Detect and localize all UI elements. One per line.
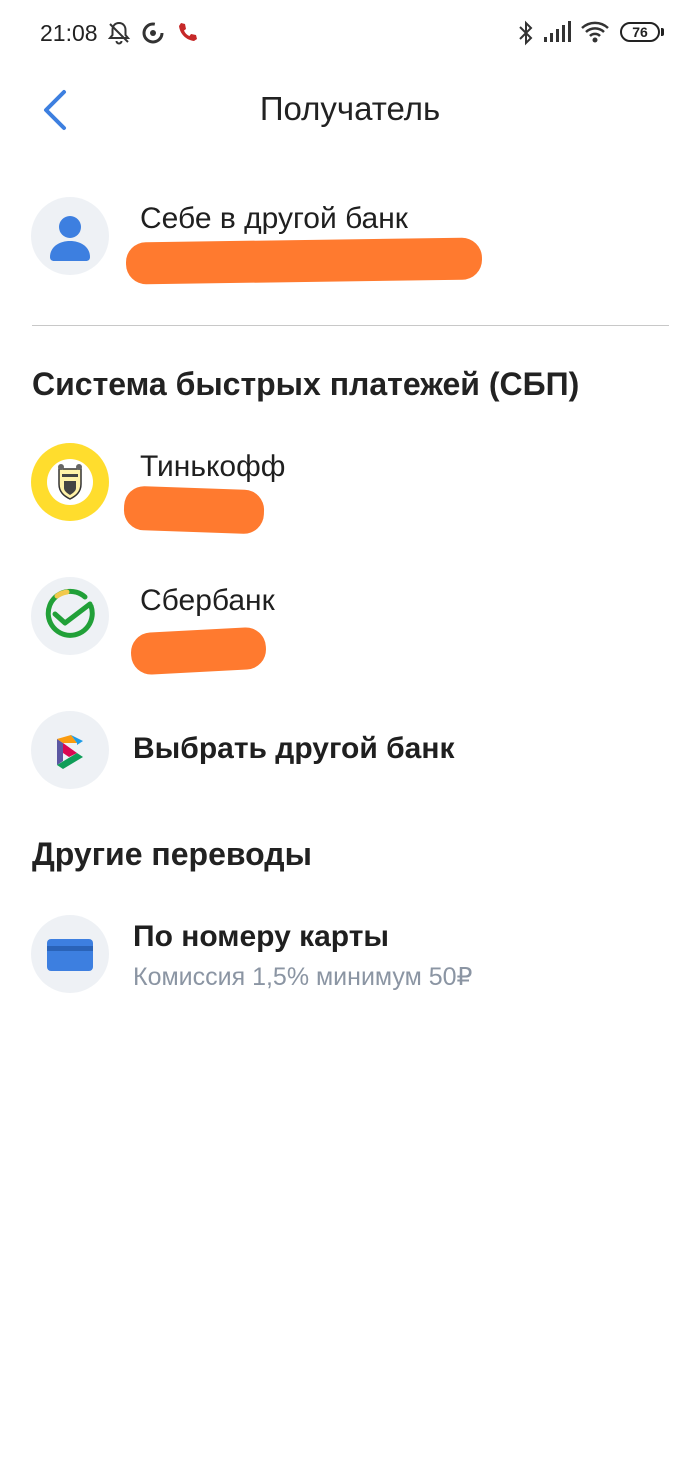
redaction-mark: [123, 485, 265, 535]
divider: [32, 325, 669, 326]
wifi-icon: [581, 21, 609, 43]
self-avatar: [31, 197, 109, 275]
call-icon: [179, 23, 197, 41]
card-transfer-commission: Комиссия 1,5% минимум 50₽: [133, 963, 473, 991]
tinkoff-logo-icon: [47, 459, 93, 505]
status-time: 21:08: [40, 20, 98, 46]
choose-other-bank-label: Выбрать другой банк: [133, 732, 455, 765]
header: Получатель: [0, 66, 700, 156]
card-transfer-row[interactable]: По номеру карты Комиссия 1,5% минимум 50…: [0, 906, 700, 1006]
bank-item-tinkoff[interactable]: Тинькофф: [0, 436, 700, 546]
muted-bell-icon: [107, 21, 131, 45]
sbp-avatar: [31, 711, 109, 789]
choose-other-bank-row[interactable]: Выбрать другой банк: [0, 704, 700, 800]
sync-icon: [142, 22, 164, 44]
signal-icon: [544, 21, 571, 42]
page-title: Получатель: [259, 90, 441, 127]
sbp-logo-icon: [57, 735, 83, 769]
card-icon: [47, 939, 93, 971]
self-transfer-label: Себе в другой банк: [140, 202, 408, 235]
sbp-section-title: Система быстрых платежей (СБП): [32, 366, 580, 402]
bank-item-sberbank[interactable]: Сбербанк: [0, 570, 700, 680]
sberbank-label: Сбербанк: [140, 584, 275, 617]
redaction-mark: [125, 237, 483, 285]
battery-icon: 76: [620, 22, 660, 42]
bluetooth-icon: [519, 20, 533, 46]
person-icon: [50, 216, 90, 261]
tinkoff-avatar: [31, 443, 109, 521]
battery-tip: [661, 28, 664, 36]
card-avatar: [31, 915, 109, 993]
self-transfer-row[interactable]: Себе в другой банк: [0, 190, 700, 300]
status-bar: 21:08 76: [0, 0, 700, 66]
card-transfer-label: По номеру карты: [133, 920, 390, 953]
sberbank-logo-icon: [45, 588, 95, 638]
other-section-title: Другие переводы: [32, 836, 312, 872]
sberbank-avatar: [31, 577, 109, 655]
tinkoff-label: Тинькофф: [140, 450, 286, 483]
redaction-mark: [129, 626, 268, 676]
